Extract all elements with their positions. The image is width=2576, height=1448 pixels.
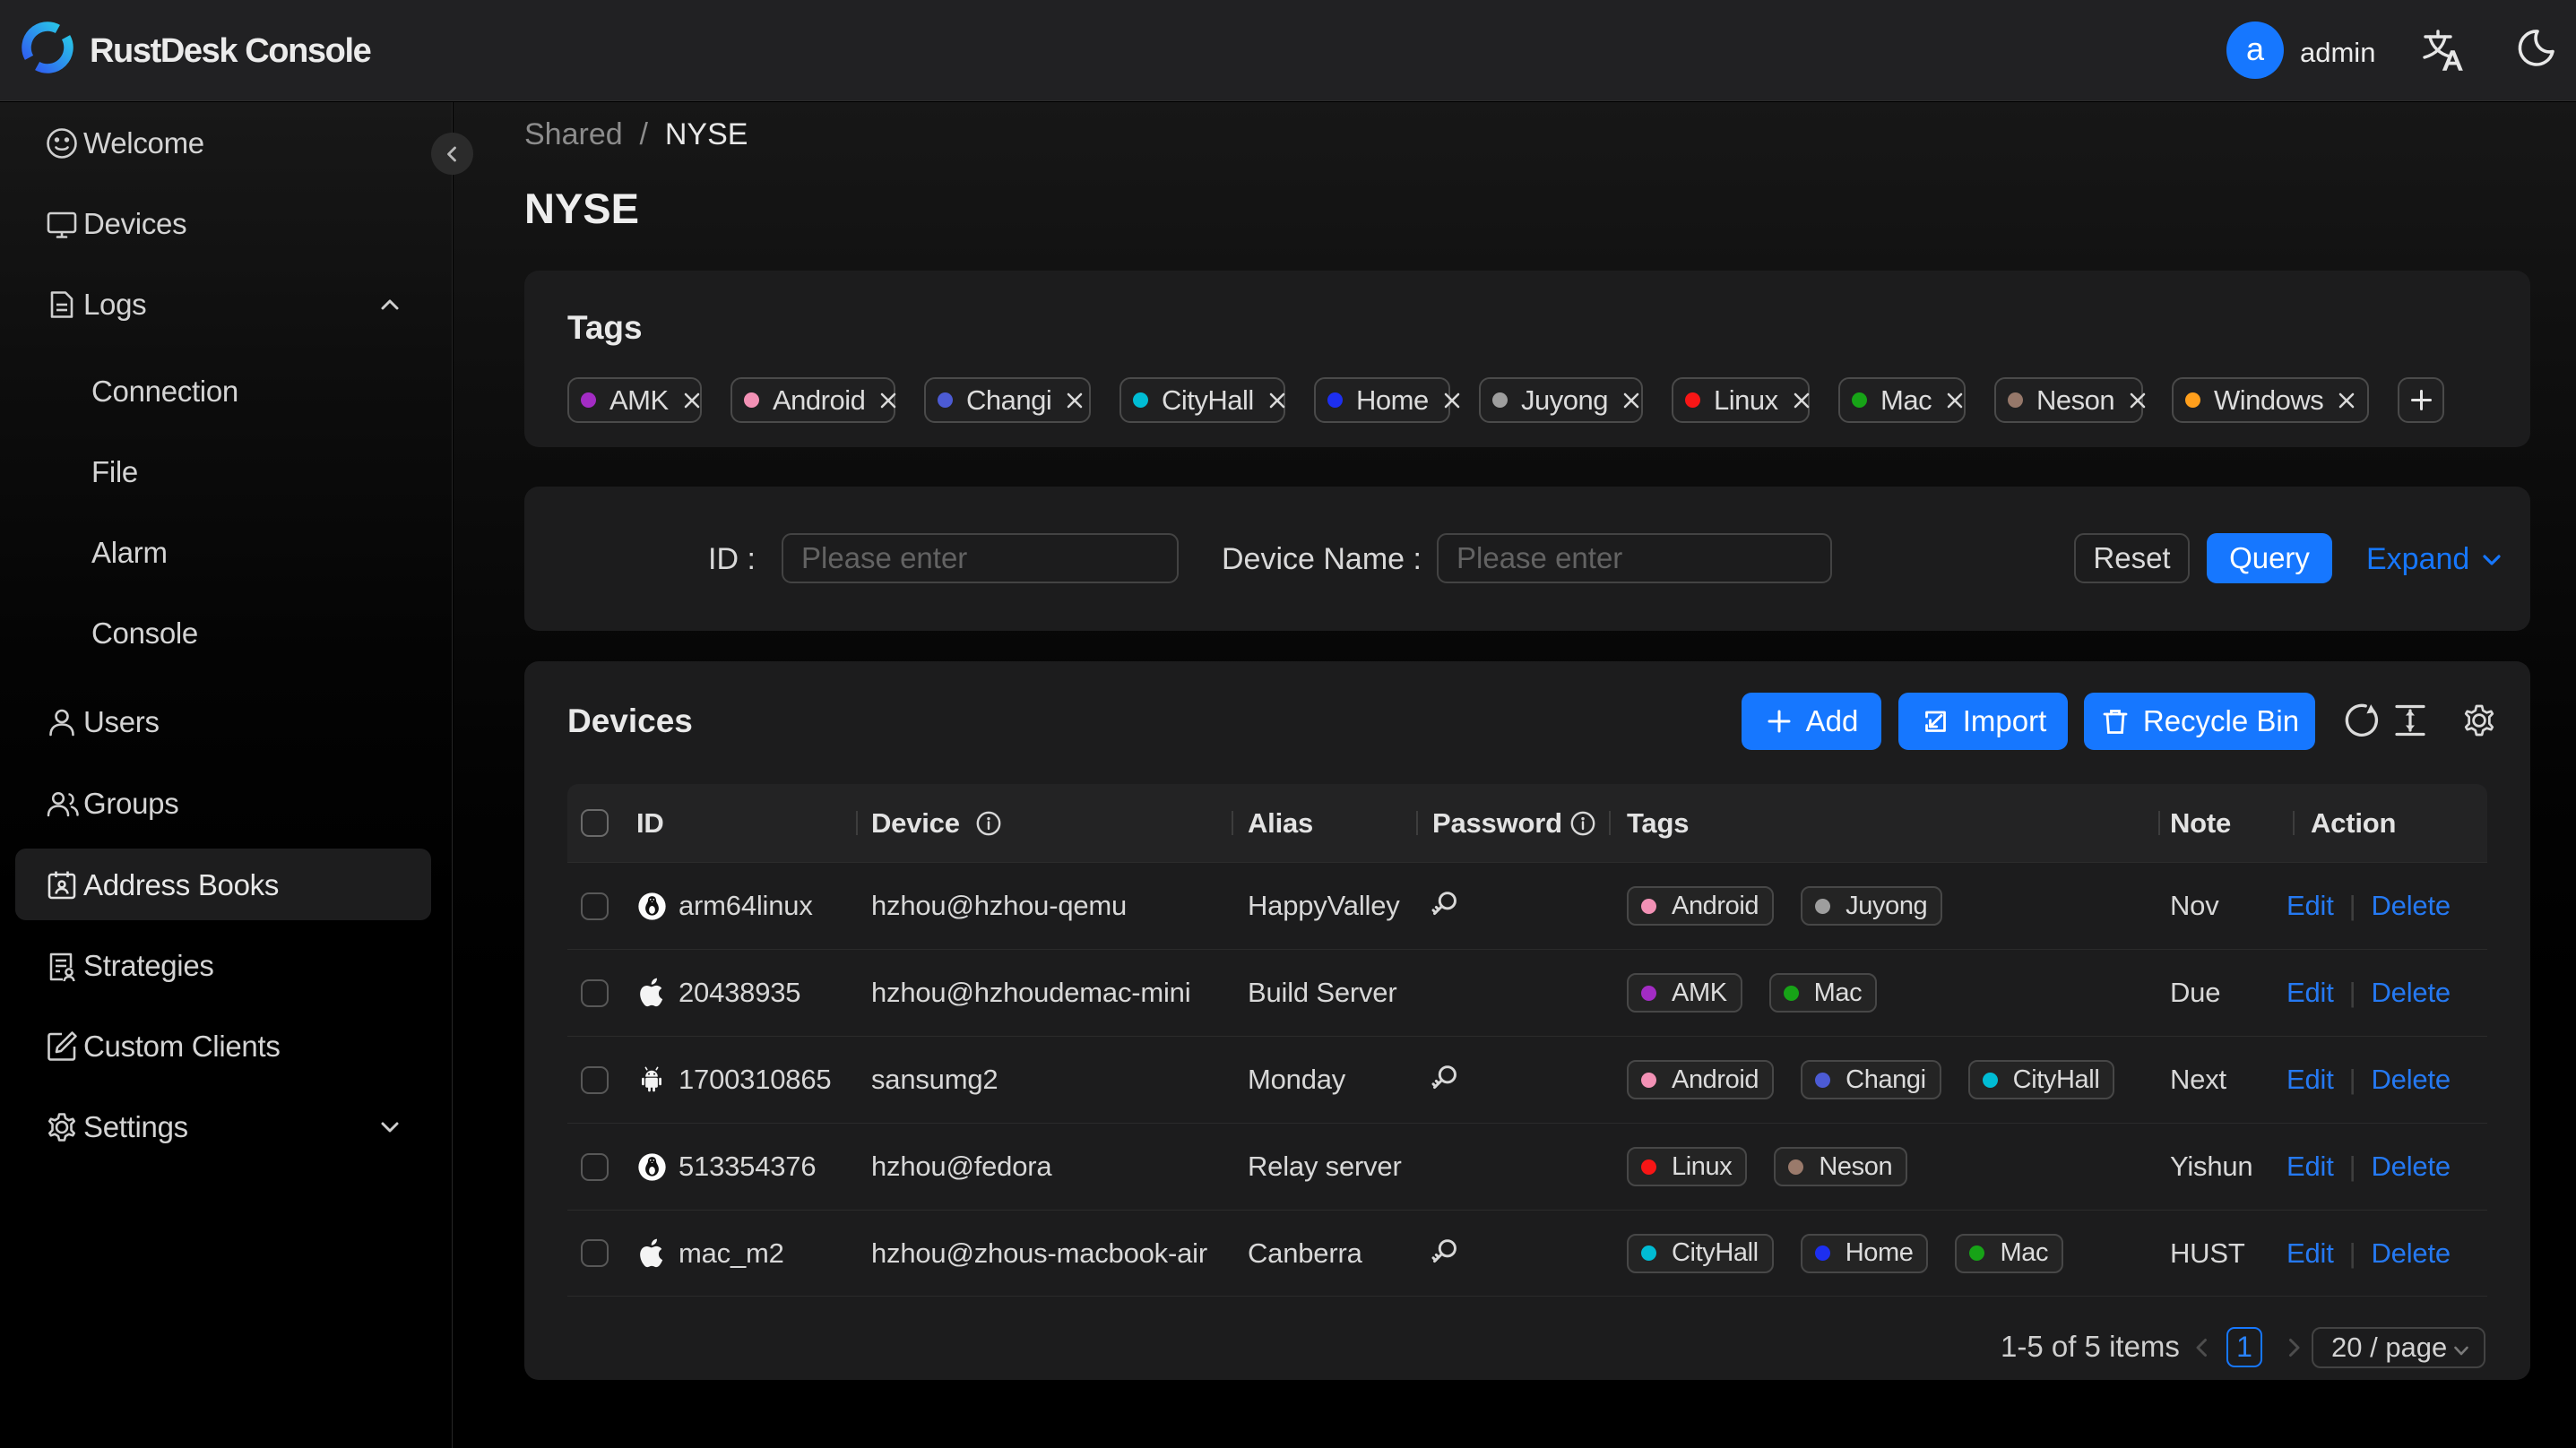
svg-text:A: A	[2443, 45, 2462, 75]
